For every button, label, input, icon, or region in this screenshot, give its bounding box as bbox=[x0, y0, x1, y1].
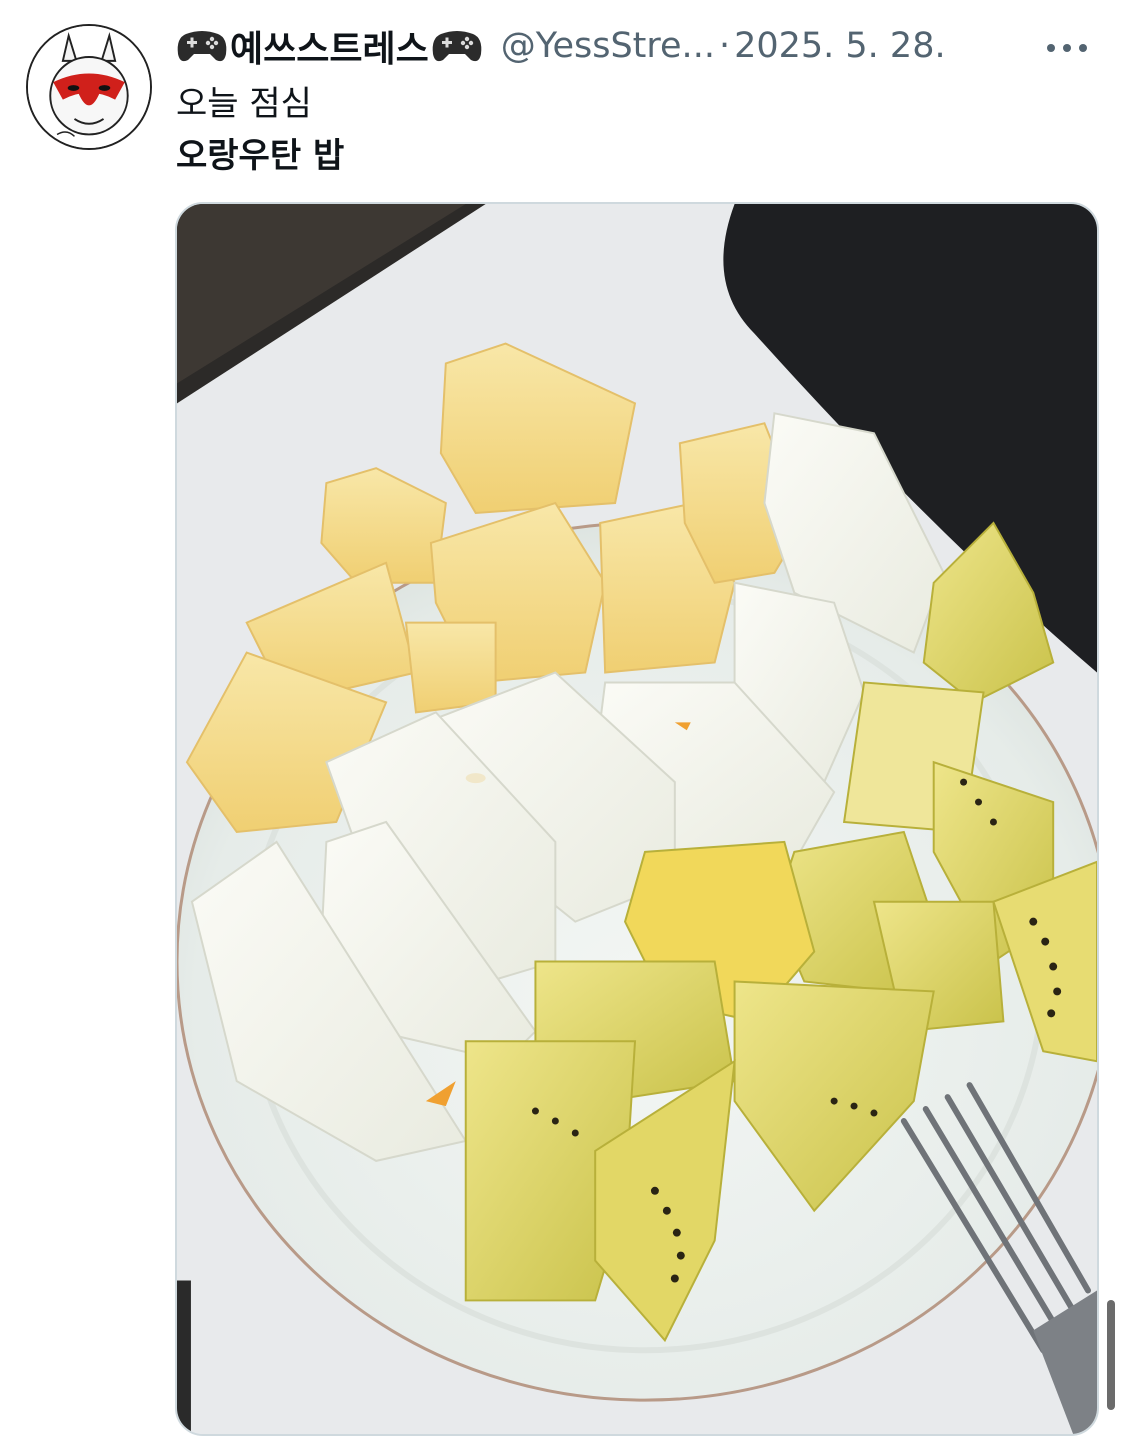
scrollbar-thumb[interactable] bbox=[1107, 1300, 1115, 1410]
user-handle[interactable]: @YessStre... bbox=[501, 26, 715, 66]
tweet-text-line-2: 오랑우탄 밥 bbox=[176, 136, 345, 176]
display-name[interactable]: 예쓰스트레스 bbox=[176, 20, 483, 72]
more-horizontal-icon[interactable] bbox=[1037, 28, 1097, 68]
gamepad-icon bbox=[176, 26, 228, 66]
tweet-header: 예쓰스트레스 @YessStre... · 2025. 5. 28. bbox=[176, 20, 1105, 72]
tweet-media-photo[interactable] bbox=[175, 202, 1099, 1436]
tweet-text-line-1: 오늘 점심 bbox=[176, 84, 312, 124]
tweet-date[interactable]: 2025. 5. 28. bbox=[734, 26, 946, 66]
meta-separator: · bbox=[718, 26, 731, 66]
gamepad-icon bbox=[431, 26, 483, 66]
user-avatar[interactable] bbox=[26, 24, 152, 150]
tweet-card[interactable]: 예쓰스트레스 @YessStre... · 2025. 5. 28. 오늘 점심… bbox=[0, 0, 1125, 1440]
display-name-text: 예쓰스트레스 bbox=[230, 29, 429, 70]
